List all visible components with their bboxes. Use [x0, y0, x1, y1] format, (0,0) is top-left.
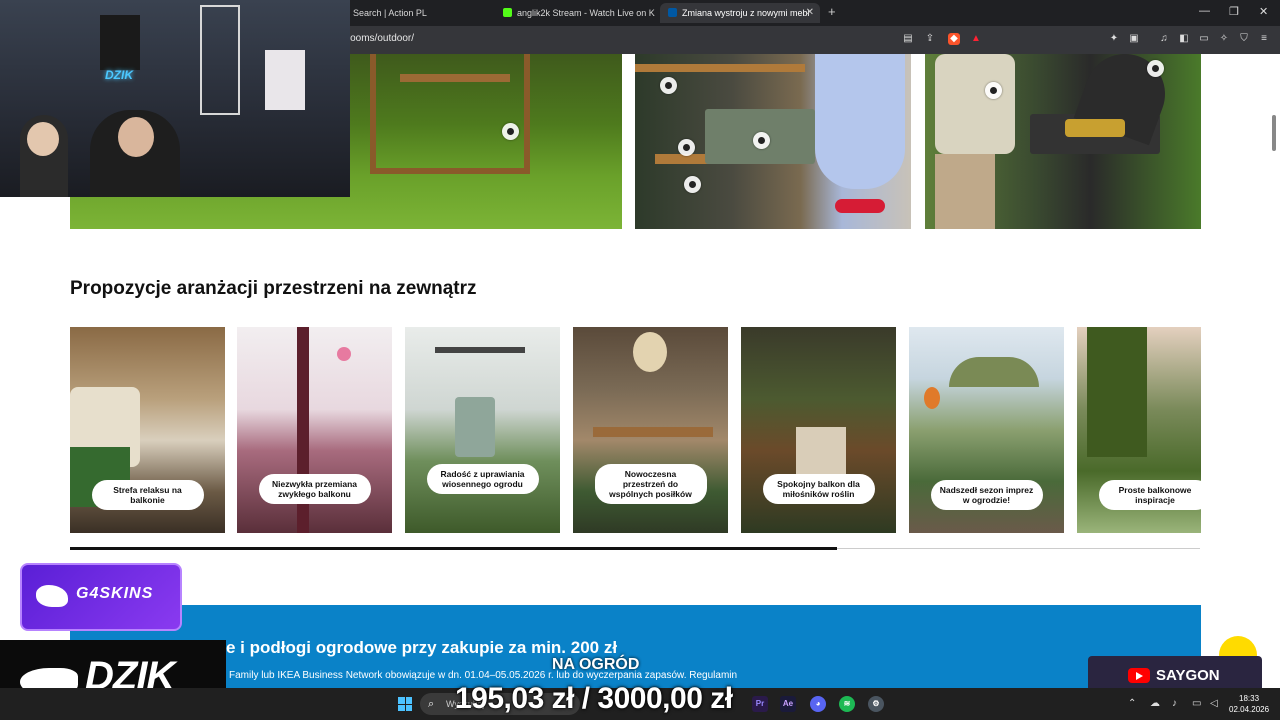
brave-shield-icon[interactable]: ◆ [948, 33, 960, 45]
leo-ai-icon[interactable]: ✧ [1218, 33, 1230, 45]
youtube-icon [1128, 668, 1150, 683]
inspiration-card[interactable]: Strefa relaksu na balkonie [70, 327, 225, 533]
after-effects-icon[interactable]: Ae [780, 696, 796, 712]
brave-rewards-icon[interactable]: ▲ [970, 33, 982, 45]
product-hotspot[interactable] [502, 123, 519, 140]
card-label: Spokojny balkon dla miłośników roślin [762, 474, 875, 504]
cloud-icon[interactable]: ☁ [1150, 698, 1160, 709]
tab-label: Zmiana wystroju z nowymi mebl [682, 8, 810, 18]
face-shape [118, 117, 154, 157]
g4skins-sponsor-badge: G4SKINS [20, 563, 182, 631]
new-tab-button[interactable]: + [828, 4, 836, 19]
share-icon[interactable]: ⇪ [924, 33, 936, 45]
promo-description: Family lub IKEA Business Network obowiąz… [229, 670, 738, 681]
watering-can-shape [455, 397, 495, 457]
carousel-scroll-thumb[interactable] [70, 547, 837, 550]
dining-table-shape [593, 427, 713, 437]
screenshot-icon[interactable]: ▣ [1128, 33, 1140, 45]
close-tab-icon[interactable]: ✕ [806, 3, 814, 23]
volume-icon[interactable]: ◁ [1210, 698, 1218, 709]
inspiration-card[interactable]: Nadszedł sezon imprez w ogrodzie! [909, 327, 1064, 533]
goal-label: NA OGRÓD [552, 656, 640, 673]
spotify-icon[interactable]: ≋ [839, 696, 855, 712]
hanging-rail-shape [435, 347, 525, 353]
parasol-shape [949, 357, 1039, 387]
outdoor-kitchen-image[interactable] [635, 54, 911, 229]
poster-shape [265, 50, 305, 110]
tab-search-action[interactable]: Search | Action PL [345, 3, 485, 23]
search-icon: ⌕ [428, 698, 435, 710]
speaker-shape [100, 15, 140, 70]
green-door-shape [1087, 327, 1147, 457]
tab-ikea-active[interactable]: Zmiana wystroju z nowymi mebl ✕ [660, 3, 820, 23]
settings-icon[interactable]: ⚙ [868, 696, 884, 712]
pendant-lamp-shape [633, 332, 667, 372]
grill-barbecue-image[interactable] [925, 54, 1201, 229]
channel-name: SAYGON [1156, 667, 1220, 684]
lantern-shape [337, 347, 351, 361]
card-label: Niezwykła przemiana zwykłego balkonu [258, 474, 371, 504]
food-shape [1065, 119, 1125, 137]
discord-icon[interactable]: ◕ [810, 696, 826, 712]
wooden-bench-shape [370, 54, 530, 174]
bench-seat-shape [400, 74, 510, 82]
microphone-icon[interactable]: ♪ [1172, 698, 1177, 709]
inspiration-card[interactable]: Spokojny balkon dla miłośników roślin [741, 327, 896, 533]
card-label: Proste balkonowe inspiracje [1099, 480, 1201, 510]
knit-shirt-shape [935, 54, 1015, 154]
kick-icon [503, 8, 512, 17]
clock-date: 02.04.2026 [1229, 705, 1270, 714]
url-field[interactable]: /rooms/outdoor/ [344, 33, 414, 44]
card-label: Radość z uprawiania wiosennego ogrodu [426, 464, 539, 494]
network-icon[interactable]: ▭ [1192, 698, 1201, 709]
red-shoes-shape [835, 199, 885, 213]
lion-logo-icon [36, 585, 68, 607]
taskbar-clock[interactable]: 18:33 02.04.2026 [1229, 693, 1269, 715]
inspiration-card[interactable]: Niezwykła przemiana zwykłego balkonu [237, 327, 392, 533]
tab-kick-stream[interactable]: anglik2k Stream - Watch Live on Kick [495, 3, 655, 23]
sidebar-icon[interactable]: ◧ [1178, 33, 1190, 45]
product-hotspot[interactable] [678, 139, 695, 156]
blue-dress-shape [815, 54, 905, 189]
product-hotspot[interactable] [1147, 60, 1164, 77]
music-icon[interactable]: ♫ [1158, 33, 1170, 45]
wallet-icon[interactable]: ▭ [1198, 33, 1210, 45]
inspiration-card[interactable]: Radość z uprawiania wiosennego ogrodu [405, 327, 560, 533]
card-label: Nowoczesna przestrzeń do wspólnych posił… [594, 464, 707, 504]
card-label: Nadszedł sezon imprez w ogrodzie! [930, 480, 1043, 510]
inspiration-card[interactable]: Nowoczesna przestrzeń do wspólnych posił… [573, 327, 728, 533]
minimize-icon[interactable]: — [1199, 5, 1210, 17]
product-hotspot[interactable] [753, 132, 770, 149]
tray-chevron-icon[interactable]: ⌃ [1128, 698, 1136, 709]
card-label: Strefa relaksu na balkonie [91, 480, 204, 510]
tab-label: anglik2k Stream - Watch Live on Kick [517, 8, 655, 18]
face-shape [27, 122, 59, 156]
tab-label: Search | Action PL [353, 8, 427, 18]
paper-lantern-shape [924, 387, 940, 409]
ikea-icon [668, 8, 677, 17]
trousers-shape [935, 154, 995, 229]
vpn-icon[interactable]: ⛉ [1238, 33, 1250, 45]
windows-start-icon[interactable] [398, 697, 412, 711]
shelf-shape [635, 64, 805, 72]
shelf-shape [200, 5, 240, 115]
product-hotspot[interactable] [985, 82, 1002, 99]
product-hotspot[interactable] [684, 176, 701, 193]
clock-time: 18:33 [1239, 694, 1260, 703]
page-scrollbar[interactable] [1272, 115, 1276, 151]
webcam-overlay: DZIK [0, 0, 350, 197]
inspiration-card[interactable]: Proste balkonowe inspiracje [1077, 327, 1201, 533]
product-hotspot[interactable] [660, 77, 677, 94]
neon-sign: DZIK [105, 68, 133, 82]
extensions-icon[interactable]: ✦ [1108, 33, 1120, 45]
reader-icon[interactable]: ▤ [902, 33, 914, 45]
close-window-icon[interactable]: ✕ [1259, 5, 1268, 18]
menu-icon[interactable]: ≡ [1258, 33, 1270, 45]
section-title: Propozycje aranżacji przestrzeni na zewn… [70, 278, 477, 299]
promo-title: e i podłogi ogrodowe przy zakupie za min… [226, 638, 618, 657]
donation-goal-progress: 195,03 zł / 3000,00 zł [455, 682, 733, 715]
sponsor-name: G4SKINS [76, 585, 154, 602]
restore-icon[interactable]: ❐ [1229, 5, 1239, 18]
premiere-icon[interactable]: Pr [752, 696, 768, 712]
